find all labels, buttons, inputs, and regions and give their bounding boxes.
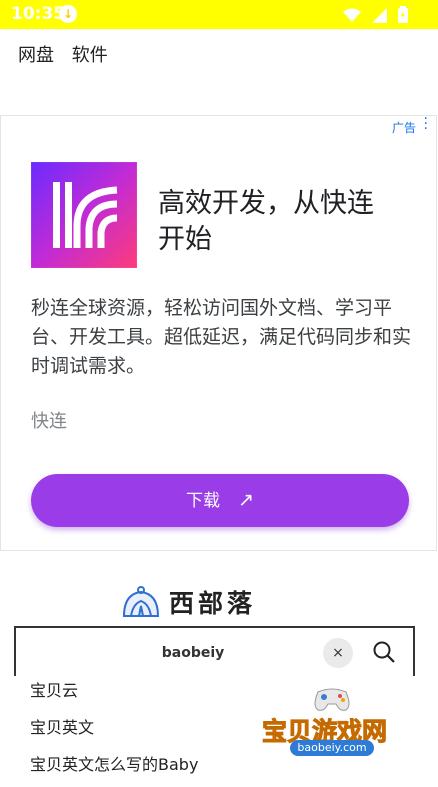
nav-item-netdisk[interactable]: 网盘 bbox=[18, 45, 54, 66]
search-input[interactable] bbox=[76, 640, 310, 666]
nav-item-software[interactable]: 软件 bbox=[72, 45, 108, 66]
clear-button[interactable]: × bbox=[323, 638, 353, 668]
wifi-icon bbox=[342, 8, 361, 27]
ad-headline[interactable]: 高效开发，从快连开始 bbox=[158, 186, 388, 258]
status-time: 10:35 bbox=[11, 4, 66, 24]
download-icon: ↓ bbox=[59, 5, 77, 23]
ad-description: 秒连全球资源，轻松访问国外文档、学习平台、开发工具。超低延迟，满足代码同步和实时… bbox=[31, 297, 412, 377]
ad-label[interactable]: 广告 bbox=[392, 119, 416, 136]
site-name: 西部落 bbox=[169, 589, 257, 618]
status-bar: 10:35 ↓ bbox=[0, 0, 438, 29]
ad-card[interactable]: 广告 · · · 高效开发，从快连开始 秒连全球资源，轻松访问国外文档、学习平台、开… bbox=[0, 112, 437, 551]
watermark: 宝贝游戏网 baobeiy.com bbox=[261, 686, 407, 772]
app-logo[interactable] bbox=[31, 162, 137, 268]
arrow-up-right-icon: ↗ bbox=[238, 489, 254, 511]
tent-icon bbox=[121, 586, 161, 622]
signal-icon bbox=[371, 8, 387, 27]
search-box[interactable]: × bbox=[14, 626, 415, 678]
watermark-url: baobeiy.com bbox=[290, 740, 374, 756]
battery-icon bbox=[398, 6, 408, 27]
more-options-icon[interactable]: · · · bbox=[424, 112, 428, 136]
status-icons bbox=[337, 6, 408, 27]
download-button[interactable]: 下载 ↗ bbox=[31, 474, 409, 527]
download-button-label: 下载 bbox=[186, 491, 221, 511]
search-icon[interactable] bbox=[372, 640, 396, 668]
ad-brand: 快连 bbox=[31, 411, 67, 432]
top-nav: 网盘 软件 bbox=[18, 41, 120, 67]
